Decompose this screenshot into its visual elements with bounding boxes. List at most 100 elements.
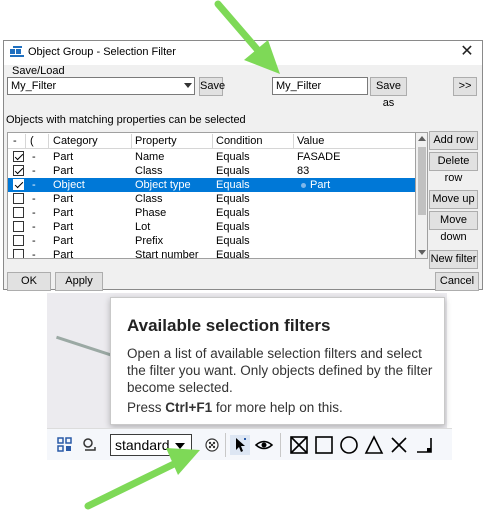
move-up-button[interactable]: Move up (429, 190, 478, 209)
row-checkbox[interactable] (13, 221, 24, 232)
apply-button[interactable]: Apply (55, 272, 103, 291)
scroll-down-icon[interactable] (418, 250, 426, 255)
cell-category: Part (53, 165, 74, 177)
cell-condition: Equals (216, 221, 250, 233)
table-row[interactable]: - Part Phase Equals (8, 206, 415, 220)
grid-scrollbar[interactable] (416, 132, 428, 259)
dialog-title: Object Group - Selection Filter (28, 46, 176, 58)
column-header: Category (53, 135, 98, 147)
row-checkbox[interactable] (13, 151, 24, 162)
cell-property: Name (135, 151, 165, 163)
column-header: Property (135, 135, 177, 147)
tooltip-title: Available selection filters (127, 316, 331, 335)
save-button[interactable]: Save (199, 77, 225, 96)
column-separator (48, 134, 49, 148)
square-icon[interactable] (313, 434, 335, 456)
cell-dash: - (32, 193, 36, 205)
move-down-button[interactable]: Move down (429, 211, 478, 243)
ok-button[interactable]: OK (7, 272, 51, 291)
column-header: ( (30, 135, 34, 147)
tooltip-help: Press Ctrl+F1 for more help on this. (127, 400, 343, 415)
app-icon (10, 46, 24, 57)
table-row[interactable]: - Part Class Equals (8, 192, 415, 206)
save-as-input[interactable]: My_Filter (272, 77, 368, 95)
cell-dash: - (32, 165, 36, 177)
boxed-x-icon[interactable] (288, 434, 310, 456)
cell-category: Part (53, 249, 74, 259)
column-separator (25, 134, 26, 148)
toolbar-separator (280, 433, 281, 457)
scroll-thumb[interactable] (418, 147, 426, 215)
cell-dash: - (32, 249, 36, 259)
close-icon[interactable]: ✕ (458, 43, 476, 61)
row-checkbox[interactable] (13, 249, 24, 258)
delete-row-button[interactable]: Delete row (429, 152, 478, 184)
cell-property: Prefix (135, 235, 164, 247)
save-as-value: My_Filter (276, 80, 322, 92)
cancel-button[interactable]: Cancel (435, 272, 479, 291)
preset-combo[interactable]: My_Filter (7, 77, 195, 95)
cell-condition: Equals (216, 235, 250, 247)
eye-icon[interactable] (254, 435, 274, 455)
table-row[interactable]: - Object Object type Equals Part (8, 178, 415, 192)
cell-dash: - (32, 235, 36, 247)
row-checkbox[interactable] (13, 235, 24, 246)
table-row[interactable]: - Part Name Equals FASADE (8, 150, 415, 164)
cell-category: Part (53, 193, 74, 205)
selection-filter-dropdown[interactable]: standard (110, 434, 192, 456)
new-filter-button[interactable]: New filter (429, 250, 478, 269)
cell-value: Part (310, 179, 331, 191)
scroll-up-icon[interactable] (418, 136, 426, 141)
cell-condition: Equals (216, 249, 250, 259)
toolbar-separator (225, 433, 226, 457)
cross-icon[interactable] (388, 434, 410, 456)
help-suffix: for more help on this. (212, 400, 343, 415)
circle-icon[interactable] (338, 434, 360, 456)
title-bar: Object Group - Selection Filter ✕ (4, 41, 482, 65)
corner-icon[interactable] (413, 434, 435, 456)
cell-category: Part (53, 207, 74, 219)
table-row[interactable]: - Part Prefix Equals (8, 234, 415, 248)
cell-condition: Equals (216, 179, 250, 191)
cell-condition: Equals (216, 193, 250, 205)
cell-category: Part (53, 221, 74, 233)
help-prefix: Press (127, 400, 166, 415)
row-checkbox[interactable] (13, 193, 24, 204)
save-load-label: Save/Load (12, 65, 65, 77)
cell-property: Object type (135, 179, 191, 191)
cell-condition: Equals (216, 165, 250, 177)
cell-property: Class (135, 193, 163, 205)
cell-dash: - (32, 179, 36, 191)
cell-category: Object (53, 179, 85, 191)
tooltip-body: Open a list of available selection filte… (127, 346, 433, 395)
cell-value: FASADE (297, 151, 341, 163)
cell-value: 83 (297, 165, 310, 177)
table-row[interactable]: - Part Start number Equals (8, 248, 415, 259)
column-separator (293, 134, 294, 148)
select-grid-icon[interactable] (55, 435, 75, 455)
filter-grid: - ( Category Property Condition Value - P… (7, 132, 416, 259)
cell-category: Part (53, 151, 74, 163)
filter-icon[interactable] (202, 435, 222, 455)
save-as-button[interactable]: Save as (370, 77, 407, 109)
triangle-icon[interactable] (363, 434, 385, 456)
cell-condition: Equals (216, 207, 250, 219)
row-checkbox[interactable] (13, 165, 24, 176)
select-settings-icon[interactable] (80, 435, 100, 455)
add-row-button[interactable]: Add row (429, 131, 478, 150)
tooltip: Available selection filters Open a list … (110, 297, 445, 425)
cell-property: Start number (135, 249, 199, 259)
cell-dash: - (32, 221, 36, 233)
row-checkbox[interactable] (13, 179, 24, 190)
matching-label: Objects with matching properties can be … (6, 114, 246, 126)
expand-button[interactable]: >> (453, 77, 477, 96)
row-checkbox[interactable] (13, 207, 24, 218)
table-row[interactable]: - Part Class Equals 83 (8, 164, 415, 178)
selection-filter-dialog: Object Group - Selection Filter ✕ Save/L… (3, 40, 483, 291)
table-row[interactable]: - Part Lot Equals (8, 220, 415, 234)
cell-dash: - (32, 207, 36, 219)
column-header: Condition (216, 135, 263, 147)
cursor-icon[interactable] (230, 435, 250, 455)
cell-property: Phase (135, 207, 167, 219)
column-header: Value (297, 135, 325, 147)
